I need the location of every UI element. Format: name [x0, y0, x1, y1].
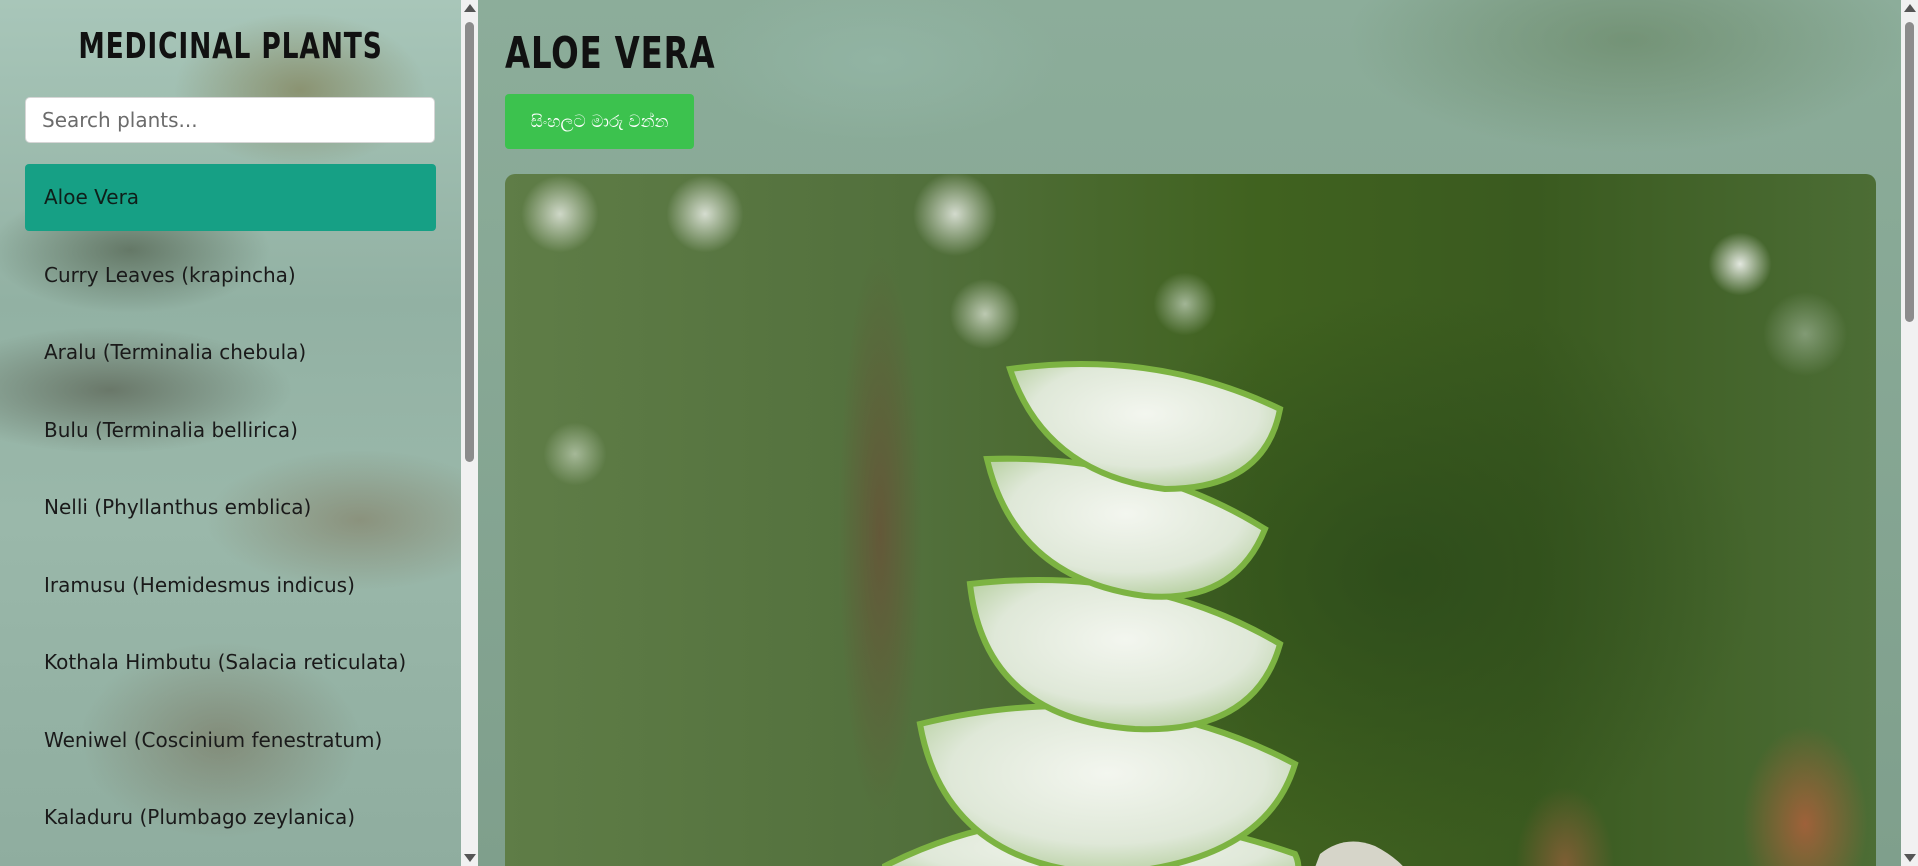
sidebar-item-iramusu[interactable]: Iramusu (Hemidesmus indicus) [25, 552, 436, 619]
scroll-up-arrow-icon[interactable] [1904, 4, 1916, 12]
sidebar-title: MEDICINAL PLANTS [78, 26, 383, 67]
sidebar: MEDICINAL PLANTS Aloe Vera Curry Leaves … [0, 0, 461, 866]
scroll-down-arrow-icon[interactable] [1904, 854, 1916, 862]
sidebar-scrollbar[interactable] [461, 0, 478, 866]
scrollbar-thumb[interactable] [1905, 22, 1914, 322]
sidebar-item-aloe-vera[interactable]: Aloe Vera [25, 164, 436, 231]
plant-image [505, 174, 1876, 866]
plant-title: ALOE VERA [505, 28, 716, 79]
scroll-up-arrow-icon[interactable] [464, 4, 476, 12]
search-input[interactable] [25, 97, 435, 143]
main-content: ALOE VERA සිංහලට මාරු වන්න [478, 0, 1901, 866]
scroll-down-arrow-icon[interactable] [464, 854, 476, 862]
sidebar-item-aralu[interactable]: Aralu (Terminalia chebula) [25, 319, 436, 386]
language-toggle-button[interactable]: සිංහලට මාරු වන්න [505, 94, 694, 149]
sidebar-item-kaladuru[interactable]: Kaladuru (Plumbago zeylanica) [25, 784, 436, 851]
aloe-slices-illustration [882, 361, 1403, 866]
sidebar-item-kothala-himbutu[interactable]: Kothala Himbutu (Salacia reticulata) [25, 629, 436, 696]
sidebar-item-curry-leaves[interactable]: Curry Leaves (krapincha) [25, 242, 436, 309]
sidebar-item-weniwel[interactable]: Weniwel (Coscinium fenestratum) [25, 707, 436, 774]
page-scrollbar[interactable] [1901, 0, 1918, 866]
plant-list: Aloe Vera Curry Leaves (krapincha) Aralu… [25, 164, 436, 862]
sidebar-item-nelli[interactable]: Nelli (Phyllanthus emblica) [25, 474, 436, 541]
scrollbar-thumb[interactable] [465, 22, 474, 462]
sidebar-item-bulu[interactable]: Bulu (Terminalia bellirica) [25, 397, 436, 464]
